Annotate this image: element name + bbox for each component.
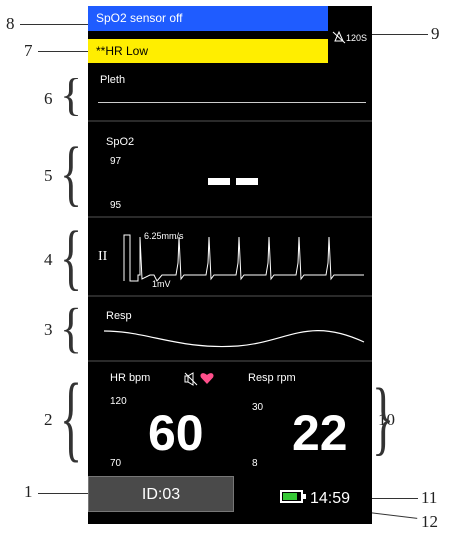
callout-3: 3: [44, 320, 53, 339]
callout-5: 5: [44, 166, 53, 185]
callout-7: 7: [24, 41, 33, 60]
callout-12: 12: [421, 512, 438, 531]
hr-alarm-low: 70: [110, 458, 122, 469]
leader-line: [372, 498, 418, 499]
silence-countdown: 120S: [346, 33, 368, 43]
battery-tip: [303, 494, 306, 499]
brace: {: [372, 371, 395, 463]
resp-alarm-low: 8: [252, 458, 258, 469]
hr-parameter-block[interactable]: HR bpm 120 70 60: [88, 364, 230, 474]
leader-line: [38, 493, 90, 494]
pleth-waveform: [98, 102, 366, 103]
technical-alarm-banner[interactable]: SpO2 sensor off: [88, 6, 328, 31]
brace: {: [60, 363, 83, 471]
spo2-label: SpO2: [106, 136, 135, 148]
callout-6: 6: [44, 89, 53, 108]
battery-icon: [280, 490, 303, 503]
ecg-panel[interactable]: II 6.25mm/s 1mV: [88, 219, 372, 297]
leader-line: [20, 24, 88, 25]
battery-level-fill: [283, 493, 297, 500]
resp-rate-label: Resp rpm: [248, 372, 296, 384]
spo2-dash: [208, 178, 230, 185]
leader-line: [38, 51, 88, 52]
physiological-alarm-banner[interactable]: **HR Low: [88, 39, 328, 63]
callout-9: 9: [431, 24, 440, 43]
pleth-panel[interactable]: Pleth: [88, 68, 372, 122]
hr-alarm-high: 120: [110, 396, 127, 407]
pleth-label: Pleth: [100, 74, 126, 86]
monitor-screen: SpO2 sensor off **HR Low 120S Pleth SpO2…: [88, 6, 372, 524]
spo2-alarm-low: 95: [110, 200, 122, 211]
leader-line: [372, 34, 428, 35]
resp-value: 22: [292, 405, 348, 461]
brace: {: [60, 131, 83, 213]
resp-panel[interactable]: Resp: [88, 298, 372, 362]
resp-parameter-block[interactable]: Resp rpm 30 8 22: [230, 364, 372, 474]
callout-11: 11: [421, 488, 438, 507]
resp-waveform: [103, 330, 365, 348]
callout-1: 1: [24, 482, 33, 501]
patient-id-button[interactable]: ID:03: [88, 476, 234, 512]
resp-alarm-high: 30: [252, 402, 264, 413]
clock: 14:59: [310, 490, 351, 507]
alarm-silenced-icon: [332, 30, 346, 44]
brace: {: [60, 69, 83, 120]
hr-label: HR bpm: [110, 372, 151, 384]
spo2-dash: [236, 178, 258, 185]
spo2-alarm-high: 97: [110, 156, 122, 167]
callout-2: 2: [44, 410, 53, 429]
callout-8: 8: [6, 14, 15, 33]
alarm-silence-indicator[interactable]: 120S: [332, 30, 372, 50]
heart-icon: [200, 373, 214, 384]
spo2-panel[interactable]: SpO2 97 95: [88, 128, 372, 218]
brace: {: [60, 296, 83, 358]
ecg-waveform: [123, 234, 364, 282]
callout-4: 4: [44, 250, 53, 269]
speaker-muted-icon: [184, 372, 198, 386]
brace: {: [60, 215, 83, 297]
hr-value: 60: [148, 405, 204, 461]
